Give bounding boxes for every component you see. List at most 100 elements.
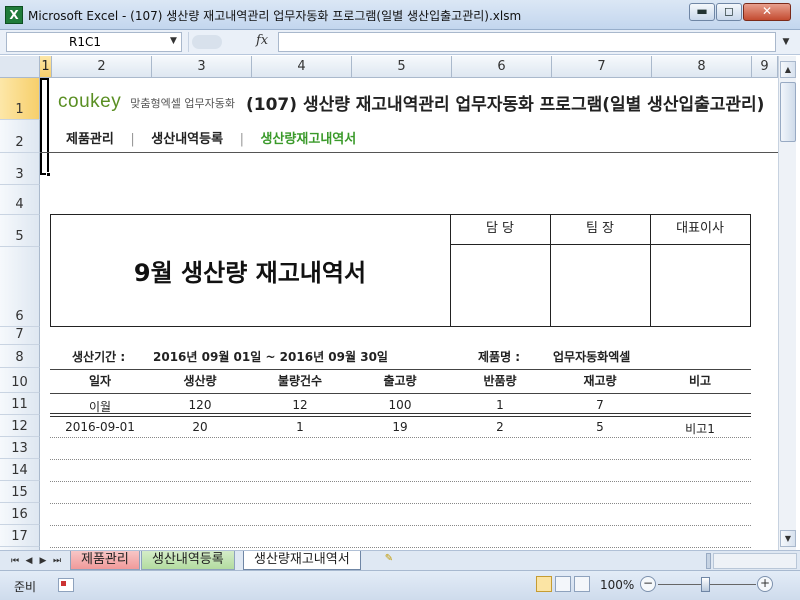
minimize-button[interactable]: ▬: [689, 3, 715, 21]
row-header[interactable]: 5: [0, 215, 40, 247]
vertical-scroll-thumb[interactable]: [780, 82, 796, 142]
row-header[interactable]: 3: [0, 153, 40, 185]
table-cell[interactable]: 20: [150, 420, 250, 434]
table-cell[interactable]: 100: [350, 398, 450, 412]
row-header[interactable]: 17: [0, 525, 40, 547]
table-cell[interactable]: 7: [550, 398, 650, 412]
table-cell[interactable]: 1: [250, 420, 350, 434]
column-header[interactable]: 4: [252, 56, 352, 78]
report-title: 9월 생산량 재고내역서: [133, 259, 367, 287]
table-header-date: 일자: [88, 374, 112, 388]
coukey-logo: coukey 맞춤형엑셀 업무자동화: [58, 91, 235, 113]
row-divider: [50, 481, 751, 482]
table-header-stock: 재고량: [583, 374, 617, 388]
row-header[interactable]: 6: [0, 247, 40, 327]
insert-function-icon[interactable]: fx: [256, 33, 268, 48]
row-header[interactable]: 1: [0, 78, 40, 120]
fill-handle[interactable]: [46, 172, 51, 177]
tab-inventory-report[interactable]: 생산량재고내역서: [243, 551, 361, 570]
nav-separator: |: [239, 132, 244, 147]
status-ready: 준비: [14, 580, 37, 594]
row-header[interactable]: 16: [0, 503, 40, 525]
sheet-navigation: 제품관리 | 생산내역등록 | 생산량재고내역서: [66, 128, 356, 147]
select-all-corner[interactable]: [0, 56, 40, 78]
row-header[interactable]: 11: [0, 393, 40, 415]
page-break-view-icon[interactable]: [574, 576, 590, 592]
close-button[interactable]: ✕: [743, 3, 791, 21]
table-cell[interactable]: 120: [150, 398, 250, 412]
table-header-border: [50, 393, 751, 394]
logo-subtext: 맞춤형엑셀 업무자동화: [130, 97, 235, 110]
tab-production-entry[interactable]: 생산내역등록: [141, 551, 235, 570]
maximize-button[interactable]: ◻: [716, 3, 742, 21]
table-cell[interactable]: 12: [250, 398, 350, 412]
tab-split-handle[interactable]: [706, 553, 711, 569]
scroll-up-button[interactable]: ▲: [780, 61, 796, 78]
row-header[interactable]: 15: [0, 481, 40, 503]
chevron-down-icon[interactable]: ▼: [170, 36, 177, 46]
table-cell[interactable]: 2016-09-01: [50, 420, 150, 434]
formula-input[interactable]: [278, 32, 776, 52]
table-cell[interactable]: 19: [350, 420, 450, 434]
row-header[interactable]: 13: [0, 437, 40, 459]
horizontal-scrollbar[interactable]: [713, 553, 797, 569]
table-cell[interactable]: 비고1: [650, 420, 750, 437]
excel-window: X Microsoft Excel - (107) 생산량 재고내역관리 업무자…: [0, 0, 800, 600]
column-header[interactable]: 8: [652, 56, 752, 78]
sheet-title: (107) 생산량 재고내역관리 업무자동화 프로그램(일별 생산입출고관리): [246, 95, 765, 115]
column-header[interactable]: 6: [452, 56, 552, 78]
formula-bar-resize-handle[interactable]: [192, 35, 222, 49]
macro-record-icon[interactable]: [58, 578, 74, 592]
nav-link-product[interactable]: 제품관리: [66, 132, 114, 147]
column-header[interactable]: 5: [352, 56, 452, 78]
period-value: 2016년 09월 01일 ~ 2016년 09월 30일: [153, 350, 388, 364]
last-sheet-icon[interactable]: ⏭: [50, 554, 64, 568]
row-divider: [50, 525, 751, 526]
table-header-remarks: 비고: [688, 374, 712, 388]
zoom-in-button[interactable]: +: [757, 576, 773, 592]
name-box[interactable]: R1C1: [6, 32, 182, 52]
status-bar: 준비 100% − +: [0, 570, 800, 600]
page-layout-view-icon[interactable]: [555, 576, 571, 592]
approval-label-staff: 담 당: [485, 221, 515, 236]
zoom-out-button[interactable]: −: [640, 576, 656, 592]
row-header[interactable]: 8: [0, 345, 40, 368]
nav-link-inventory-report[interactable]: 생산량재고내역서: [261, 132, 357, 147]
prev-sheet-icon[interactable]: ◀: [22, 554, 36, 568]
logo-text: coukey: [58, 91, 122, 112]
box-divider: [450, 244, 751, 245]
scroll-down-button[interactable]: ▼: [780, 530, 796, 547]
column-header[interactable]: 2: [52, 56, 152, 78]
column-header[interactable]: 7: [552, 56, 652, 78]
table-header-production: 생산량: [183, 374, 217, 388]
row-header[interactable]: 14: [0, 459, 40, 481]
formula-bar: R1C1 ▼ fx ▼: [0, 30, 800, 55]
column-header[interactable]: 1: [40, 56, 52, 78]
worksheet-grid[interactable]: 1 2 3 4 5 6 7 8 9 1 2 3 4 5 6 7 8 10 11 …: [0, 56, 778, 550]
period-label: 생산기간 :: [72, 350, 126, 364]
zoom-level[interactable]: 100%: [600, 578, 634, 592]
row-header[interactable]: 10: [0, 368, 40, 393]
row-header[interactable]: 4: [0, 185, 40, 215]
table-cell[interactable]: 5: [550, 420, 650, 434]
excel-icon[interactable]: X: [5, 6, 23, 24]
table-cell[interactable]: 1: [450, 398, 550, 412]
vertical-scrollbar[interactable]: ▲ ▼: [778, 56, 796, 550]
zoom-slider-knob[interactable]: [701, 577, 710, 592]
tab-product-management[interactable]: 제품관리: [70, 551, 140, 570]
active-cell-selection[interactable]: [40, 78, 49, 175]
expand-formula-bar-icon[interactable]: ▼: [778, 32, 794, 52]
column-header[interactable]: 9: [752, 56, 778, 78]
approval-label-ceo: 대표이사: [676, 221, 724, 236]
column-header[interactable]: 3: [152, 56, 252, 78]
next-sheet-icon[interactable]: ▶: [36, 554, 50, 568]
nav-link-production[interactable]: 생산내역등록: [151, 132, 223, 147]
double-border: [50, 413, 751, 417]
row-header[interactable]: 2: [0, 120, 40, 153]
row-header[interactable]: 12: [0, 415, 40, 437]
first-sheet-icon[interactable]: ⏮: [8, 554, 22, 568]
row-header[interactable]: 7: [0, 327, 40, 345]
insert-sheet-icon[interactable]: ✎: [380, 553, 398, 568]
table-cell[interactable]: 2: [450, 420, 550, 434]
normal-view-icon[interactable]: [536, 576, 552, 592]
